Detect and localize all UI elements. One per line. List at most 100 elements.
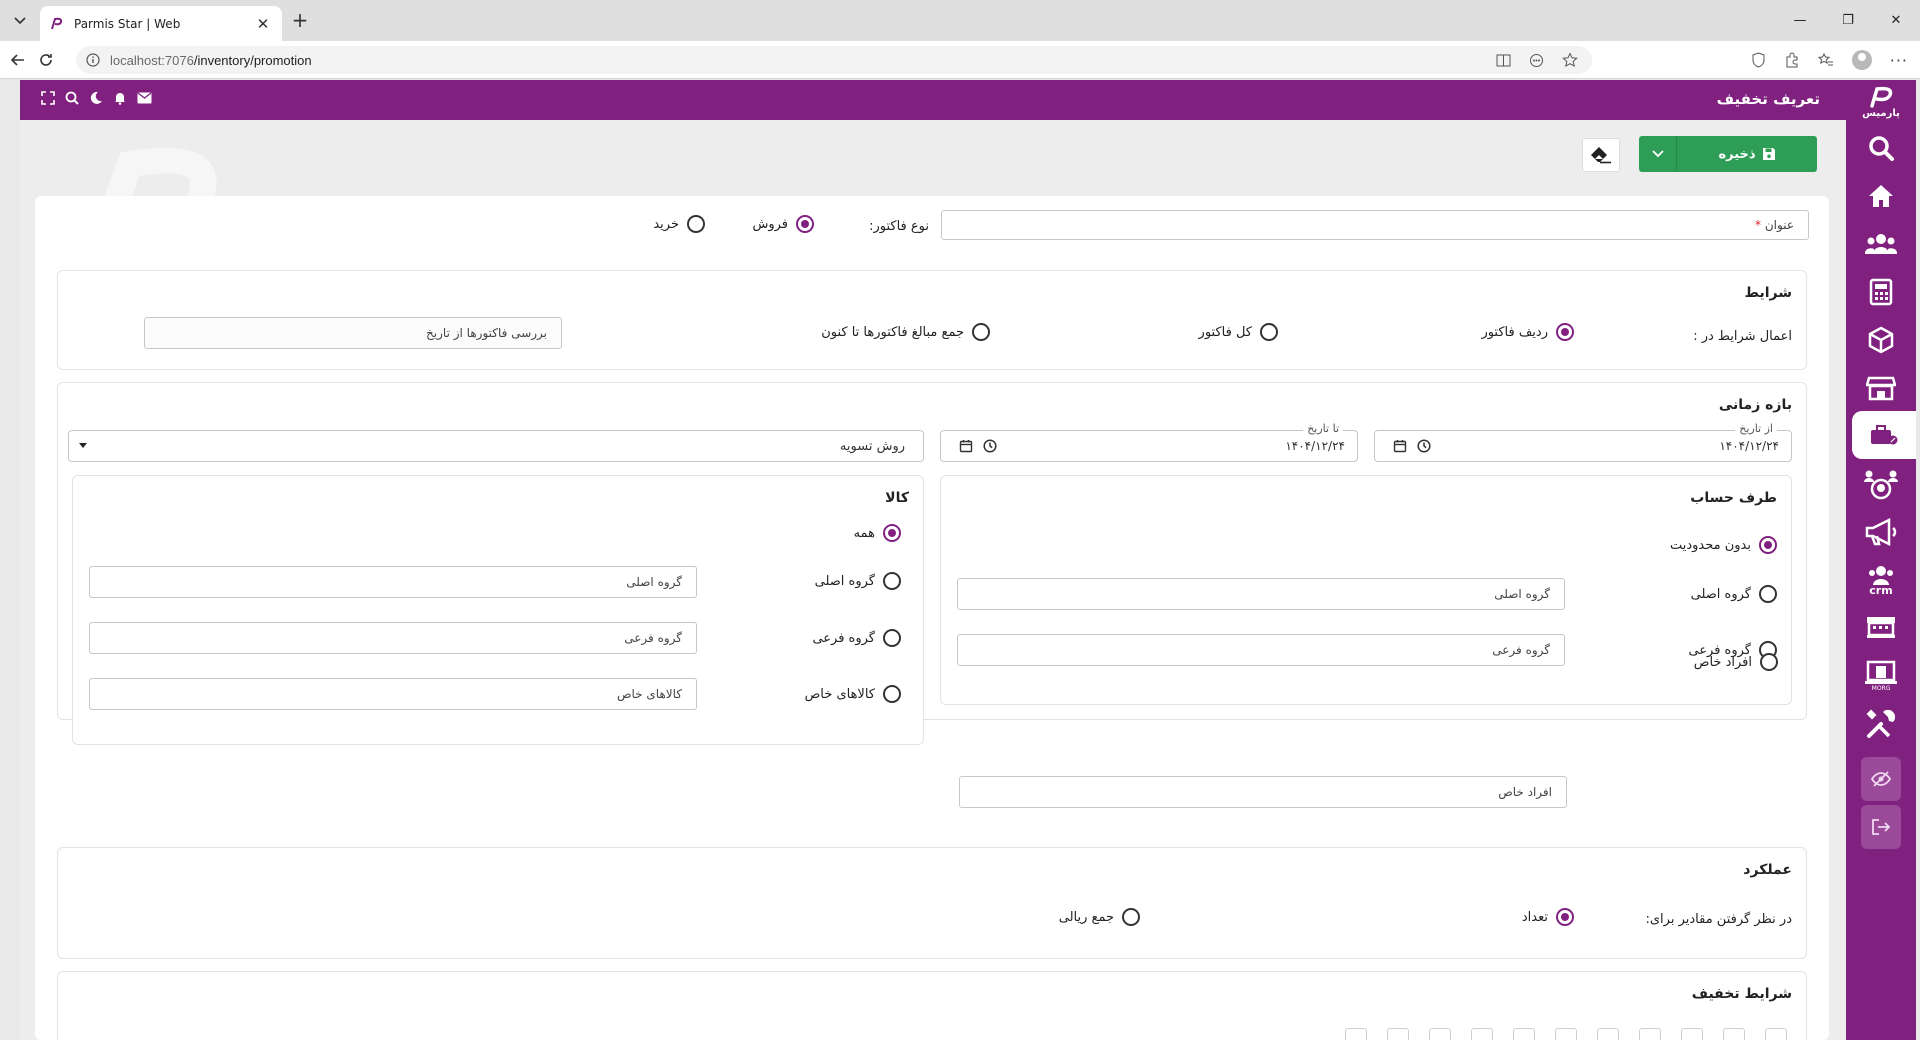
sidebar-item-inventory[interactable]	[1846, 316, 1916, 364]
title-input[interactable]: عنوان *	[941, 210, 1809, 240]
check-invoices-from-date-input[interactable]: بررسی فاکتورها از تاریخ	[144, 317, 562, 349]
reload-button[interactable]	[36, 50, 56, 70]
calendar-icon[interactable]	[1393, 439, 1407, 453]
sidebar-item-morg[interactable]: MORG	[1846, 652, 1916, 700]
package-box-icon	[1868, 326, 1894, 354]
sidebar-item-users[interactable]	[1846, 220, 1916, 268]
minimize-button[interactable]: —	[1776, 0, 1824, 41]
goods-all-radio[interactable]: همه	[854, 524, 901, 542]
browser-tab[interactable]: Parmis Star | Web ✕	[40, 6, 282, 41]
page-title: تعریف تخفیف	[1716, 90, 1820, 108]
sidebar-item-store[interactable]	[1846, 364, 1916, 412]
sidebar-item-crm[interactable]: crm	[1846, 556, 1916, 604]
account-main-group-radio[interactable]: گروه اصلی	[1691, 585, 1777, 603]
settings-icon[interactable]	[1471, 1028, 1493, 1040]
copy-icon[interactable]	[1681, 1028, 1703, 1040]
invoice-type-purchase-radio[interactable]: خرید	[653, 215, 705, 233]
minus-icon[interactable]	[1555, 1028, 1577, 1040]
apply-conditions-label: اعمال شرایط در :	[1693, 329, 1792, 344]
sidebar-item-search[interactable]	[1846, 124, 1916, 172]
split-screen-icon[interactable]	[1496, 53, 1511, 68]
to-date-value: ۱۴۰۴/۱۲/۲۴	[1285, 439, 1345, 453]
add-row-icon[interactable]	[1765, 1028, 1787, 1040]
url-bar[interactable]: localhost:7076/inventory/promotion	[76, 46, 1592, 74]
sidebar-item-home[interactable]	[1846, 172, 1916, 220]
account-specific-people-radio[interactable]: افراد خاص	[1694, 653, 1778, 671]
download-icon[interactable]	[1387, 1028, 1409, 1040]
edit-icon[interactable]	[1597, 1028, 1619, 1040]
goods-sub-group-radio[interactable]: گروه فرعی	[812, 629, 901, 647]
more-menu-icon[interactable]: ···	[1890, 51, 1908, 70]
browser-address-bar: localhost:7076/inventory/promotion ···	[0, 41, 1920, 79]
shield-icon[interactable]	[1751, 52, 1766, 68]
goods-specific-items-input[interactable]: کالاهای خاص	[89, 678, 697, 710]
invoice-type-sale-radio[interactable]: فروش	[752, 215, 814, 233]
sidebar-item-settings-tools[interactable]	[1846, 700, 1916, 748]
logo-text: پارمیس	[1862, 108, 1900, 119]
save-grid-icon[interactable]	[1639, 1028, 1661, 1040]
favorite-star-icon[interactable]	[1562, 52, 1578, 68]
calendar-icon[interactable]	[959, 439, 973, 453]
goods-main-group-input[interactable]: گروه اصلی	[89, 566, 697, 598]
performance-title: عملکرد	[1743, 862, 1792, 878]
clear-form-button[interactable]	[1582, 138, 1620, 172]
tab-list-button[interactable]	[8, 10, 32, 32]
count-radio[interactable]: تعداد	[1522, 908, 1574, 926]
save-options-dropdown[interactable]	[1639, 136, 1677, 172]
sidebar-item-marketing[interactable]	[1846, 508, 1916, 556]
radio-label: جمع مبالغ فاکتورها تا کنون	[821, 324, 964, 340]
consider-values-label: در نظر گرفتن مقادیر برای:	[1645, 912, 1793, 927]
hide-sidebar-button[interactable]	[1861, 757, 1901, 801]
from-date-input[interactable]: از تاریخ ۱۴۰۴/۱۲/۲۴	[1374, 422, 1792, 462]
close-window-button[interactable]: ✕	[1872, 0, 1920, 41]
restore-button[interactable]: ❐	[1824, 0, 1872, 41]
back-button[interactable]	[8, 50, 28, 70]
radio-label: بدون محدودیت	[1669, 537, 1751, 553]
sidebar-item-pos[interactable]	[1846, 604, 1916, 652]
account-no-limit-radio[interactable]: بدون محدودیت	[1670, 536, 1777, 554]
performance-card: عملکرد در نظر گرفتن مقادیر برای: تعداد ج…	[57, 847, 1807, 959]
radio-dot	[1260, 323, 1278, 341]
fullscreen-icon[interactable]	[40, 90, 56, 106]
apply-whole-invoice-radio[interactable]: کل فاکتور	[1199, 323, 1278, 341]
mail-icon[interactable]	[136, 90, 152, 106]
profile-avatar[interactable]	[1851, 50, 1872, 70]
settlement-method-select[interactable]: روش تسویه	[68, 430, 924, 462]
extensions-icon[interactable]	[1784, 52, 1800, 68]
radio-dot	[883, 685, 901, 703]
support-team-icon	[1864, 470, 1898, 500]
parmis-logo[interactable]: پارمیس	[1861, 86, 1901, 124]
goods-specific-items-radio[interactable]: کالاهای خاص	[805, 685, 901, 703]
sidebar-item-promotion[interactable]	[1852, 411, 1916, 459]
apply-invoice-row-radio[interactable]: ردیف فاکتور	[1481, 323, 1574, 341]
chevron-down-icon	[14, 17, 26, 25]
to-date-input[interactable]: تا تاریخ ۱۴۰۴/۱۲/۲۴	[940, 422, 1358, 462]
account-main-group-input[interactable]: گروه اصلی	[957, 578, 1565, 610]
dark-mode-moon-icon[interactable]	[88, 90, 104, 106]
rial-sum-radio[interactable]: جمع ریالی	[1059, 908, 1140, 926]
account-specific-people-input[interactable]: افراد خاص	[959, 776, 1567, 808]
goods-sub-group-placeholder: گروه فرعی	[624, 631, 682, 645]
notification-bell-icon[interactable]	[112, 90, 128, 106]
account-sub-group-input[interactable]: گروه فرعی	[957, 634, 1565, 666]
apply-total-invoices-radio[interactable]: جمع مبالغ فاکتورها تا کنون	[821, 323, 990, 341]
sidebar-item-accounting[interactable]	[1846, 268, 1916, 316]
goods-main-group-radio[interactable]: گروه اصلی	[815, 572, 901, 590]
goods-sub-group-input[interactable]: گروه فرعی	[89, 622, 697, 654]
account-specific-people-placeholder: افراد خاص	[1498, 785, 1552, 799]
search-icon[interactable]	[64, 90, 80, 106]
delete-icon[interactable]	[1513, 1028, 1535, 1040]
clock-icon[interactable]	[983, 439, 997, 453]
read-aloud-icon[interactable]	[1529, 53, 1544, 68]
sidebar-item-support[interactable]	[1846, 460, 1916, 508]
logout-button[interactable]	[1861, 805, 1901, 849]
upload-icon[interactable]	[1345, 1028, 1367, 1040]
favorites-icon[interactable]	[1817, 52, 1834, 68]
save-button[interactable]: ذخیره	[1677, 136, 1817, 172]
list-icon[interactable]	[1723, 1028, 1745, 1040]
new-tab-button[interactable]: +	[288, 10, 312, 32]
url-text: localhost:7076/inventory/promotion	[110, 52, 312, 68]
print-icon[interactable]	[1429, 1028, 1451, 1040]
tab-close-icon[interactable]: ✕	[254, 15, 272, 33]
clock-icon[interactable]	[1417, 439, 1431, 453]
